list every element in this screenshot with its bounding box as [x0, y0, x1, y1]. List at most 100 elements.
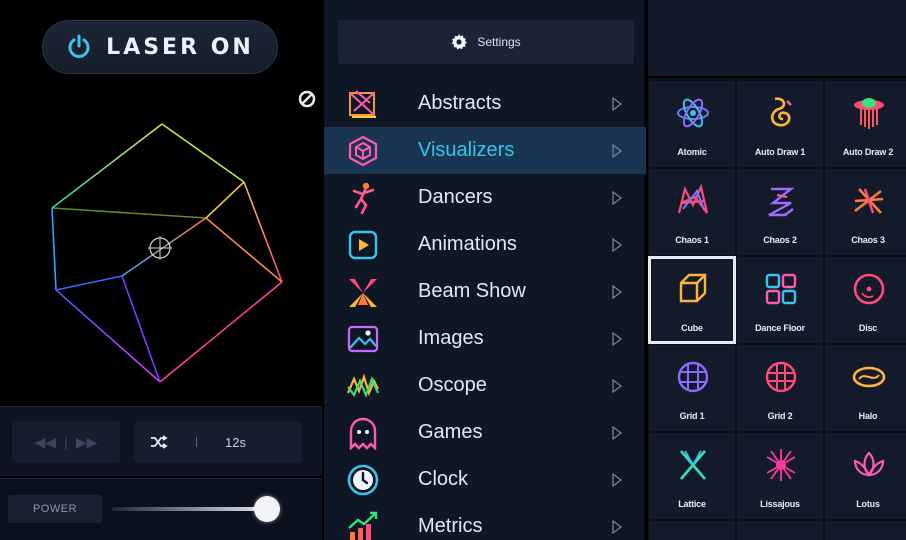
chevron-right-icon — [612, 144, 622, 158]
tile-auto-draw-2[interactable]: Auto Draw 2 — [824, 80, 906, 168]
tile-label: Chaos 3 — [851, 235, 885, 245]
chevron-right-icon — [612, 97, 622, 111]
tile-atomic[interactable]: Atomic — [648, 80, 736, 168]
shuffle-interval[interactable]: 12s — [225, 435, 246, 450]
left-panel: LASER ON ◀◀ | ▶▶ 12s POWER — [0, 0, 322, 540]
menu-item-images[interactable]: Images — [324, 315, 646, 362]
chaos-2-icon — [768, 187, 795, 217]
games-icon — [349, 417, 377, 450]
tile-label: Disc — [858, 323, 878, 333]
tile-lattice[interactable]: Lattice — [648, 432, 736, 520]
menu-item-oscope[interactable]: Oscope — [324, 362, 646, 409]
tile-grid-2[interactable]: Grid 2 — [736, 344, 824, 432]
menu-item-games[interactable]: Games — [324, 409, 646, 456]
menu-item-metrics[interactable]: Metrics — [324, 503, 646, 540]
menu-item-beam-show[interactable]: Beam Show — [324, 268, 646, 315]
images-icon — [347, 325, 379, 353]
settings-button[interactable]: Settings — [338, 20, 634, 64]
menu-item-label: Abstracts — [418, 92, 502, 114]
visualizers-icon — [348, 135, 378, 167]
chevron-right-icon — [612, 520, 622, 534]
menu-item-label: Animations — [418, 233, 517, 255]
transport-buttons[interactable]: ◀◀ | ▶▶ — [12, 421, 120, 463]
menu-item-animations[interactable]: Animations — [324, 221, 646, 268]
tile-label: Grid 1 — [679, 411, 705, 421]
menu-item-clock[interactable]: Clock — [324, 456, 646, 503]
dance-floor-icon — [765, 273, 797, 305]
settings-label: Settings — [477, 35, 521, 49]
power-icon — [68, 34, 90, 58]
grid-header — [648, 0, 906, 78]
power-control: POWER — [0, 478, 322, 540]
metrics-icon — [348, 511, 378, 540]
tile-dance-floor[interactable]: Dance Floor — [736, 256, 824, 344]
menu-item-label: Dancers — [418, 186, 493, 208]
tile-label: Chaos 1 — [675, 235, 709, 245]
menu-item-abstracts[interactable]: Abstracts — [324, 80, 646, 127]
fast-forward-icon[interactable]: ▶▶ — [76, 434, 98, 451]
tile-label: Atomic — [677, 147, 707, 157]
tile-cube[interactable]: Cube — [648, 256, 736, 344]
playback-controls: ◀◀ | ▶▶ 12s — [0, 406, 322, 476]
tile-lissajous[interactable]: Lissajous — [736, 432, 824, 520]
lattice-icon — [680, 450, 706, 480]
menu-item-label: Clock — [418, 468, 469, 490]
power-slider-handle[interactable] — [254, 496, 280, 522]
halo-icon — [852, 366, 886, 388]
menu-item-label: Metrics — [418, 515, 483, 537]
tile-label: Halo — [858, 411, 878, 421]
abstracts-icon — [349, 90, 376, 118]
menu-item-label: Beam Show — [418, 280, 526, 302]
chevron-right-icon — [612, 473, 622, 487]
tile-grid-1[interactable]: Grid 1 — [648, 344, 736, 432]
shuffle-icon[interactable] — [150, 435, 168, 449]
tile-label: Chaos 2 — [763, 235, 797, 245]
grid-1-icon — [677, 361, 709, 393]
tile-chaos-2[interactable]: Chaos 2 — [736, 168, 824, 256]
dancers-icon — [352, 182, 375, 215]
atomic-icon — [677, 98, 709, 128]
power-label: POWER — [8, 495, 102, 523]
tile-auto-draw-1[interactable]: Auto Draw 1 — [736, 80, 824, 168]
animations-icon — [348, 230, 378, 260]
tile-label: Lissajous — [760, 499, 800, 509]
visualizer-grid-panel: Atomic Auto Draw 1 Auto Draw 2 Chaos 1 C… — [646, 0, 906, 540]
menu-item-visualizers[interactable]: Visualizers — [324, 127, 646, 174]
tile-next-row[interactable] — [736, 520, 824, 540]
tile-next-row[interactable] — [648, 520, 736, 540]
chevron-right-icon — [612, 332, 622, 346]
tile-label: Auto Draw 2 — [842, 147, 894, 157]
tile-label: Auto Draw 1 — [754, 147, 806, 157]
menu-item-dancers[interactable]: Dancers — [324, 174, 646, 221]
tile-chaos-3[interactable]: Chaos 3 — [824, 168, 906, 256]
gear-icon — [451, 34, 468, 50]
clock-icon — [347, 464, 379, 496]
grid-2-icon — [765, 361, 797, 393]
rewind-icon[interactable]: ◀◀ — [35, 434, 57, 451]
chevron-right-icon — [612, 238, 622, 252]
tile-label: Grid 2 — [767, 411, 793, 421]
cube-icon — [679, 273, 707, 303]
lissajous-icon — [766, 449, 796, 481]
tile-lotus[interactable]: Lotus — [824, 432, 906, 520]
beam-show-icon — [349, 279, 377, 307]
chevron-right-icon — [612, 191, 622, 205]
category-menu: Abstracts Visualizers Dancers Animations… — [324, 80, 646, 540]
menu-item-label: Images — [418, 327, 484, 349]
tile-next-row[interactable] — [824, 520, 906, 540]
laser-toggle-label: LASER ON — [106, 34, 254, 60]
laser-preview — [51, 123, 283, 383]
tile-label: Dance Floor — [755, 323, 805, 333]
disc-icon — [853, 273, 885, 305]
power-slider-track[interactable] — [112, 507, 270, 511]
chevron-right-icon — [612, 426, 622, 440]
tile-chaos-1[interactable]: Chaos 1 — [648, 168, 736, 256]
category-panel: Settings Abstracts Visualizers Dancers A… — [322, 0, 646, 540]
shuffle-timer-control[interactable]: 12s — [134, 421, 302, 463]
laser-toggle-button[interactable]: LASER ON — [42, 20, 278, 74]
chevron-right-icon — [612, 285, 622, 299]
tile-disc[interactable]: Disc — [824, 256, 906, 344]
menu-item-label: Visualizers — [418, 139, 515, 161]
tile-halo[interactable]: Halo — [824, 344, 906, 432]
tile-label: Cube — [681, 323, 703, 333]
